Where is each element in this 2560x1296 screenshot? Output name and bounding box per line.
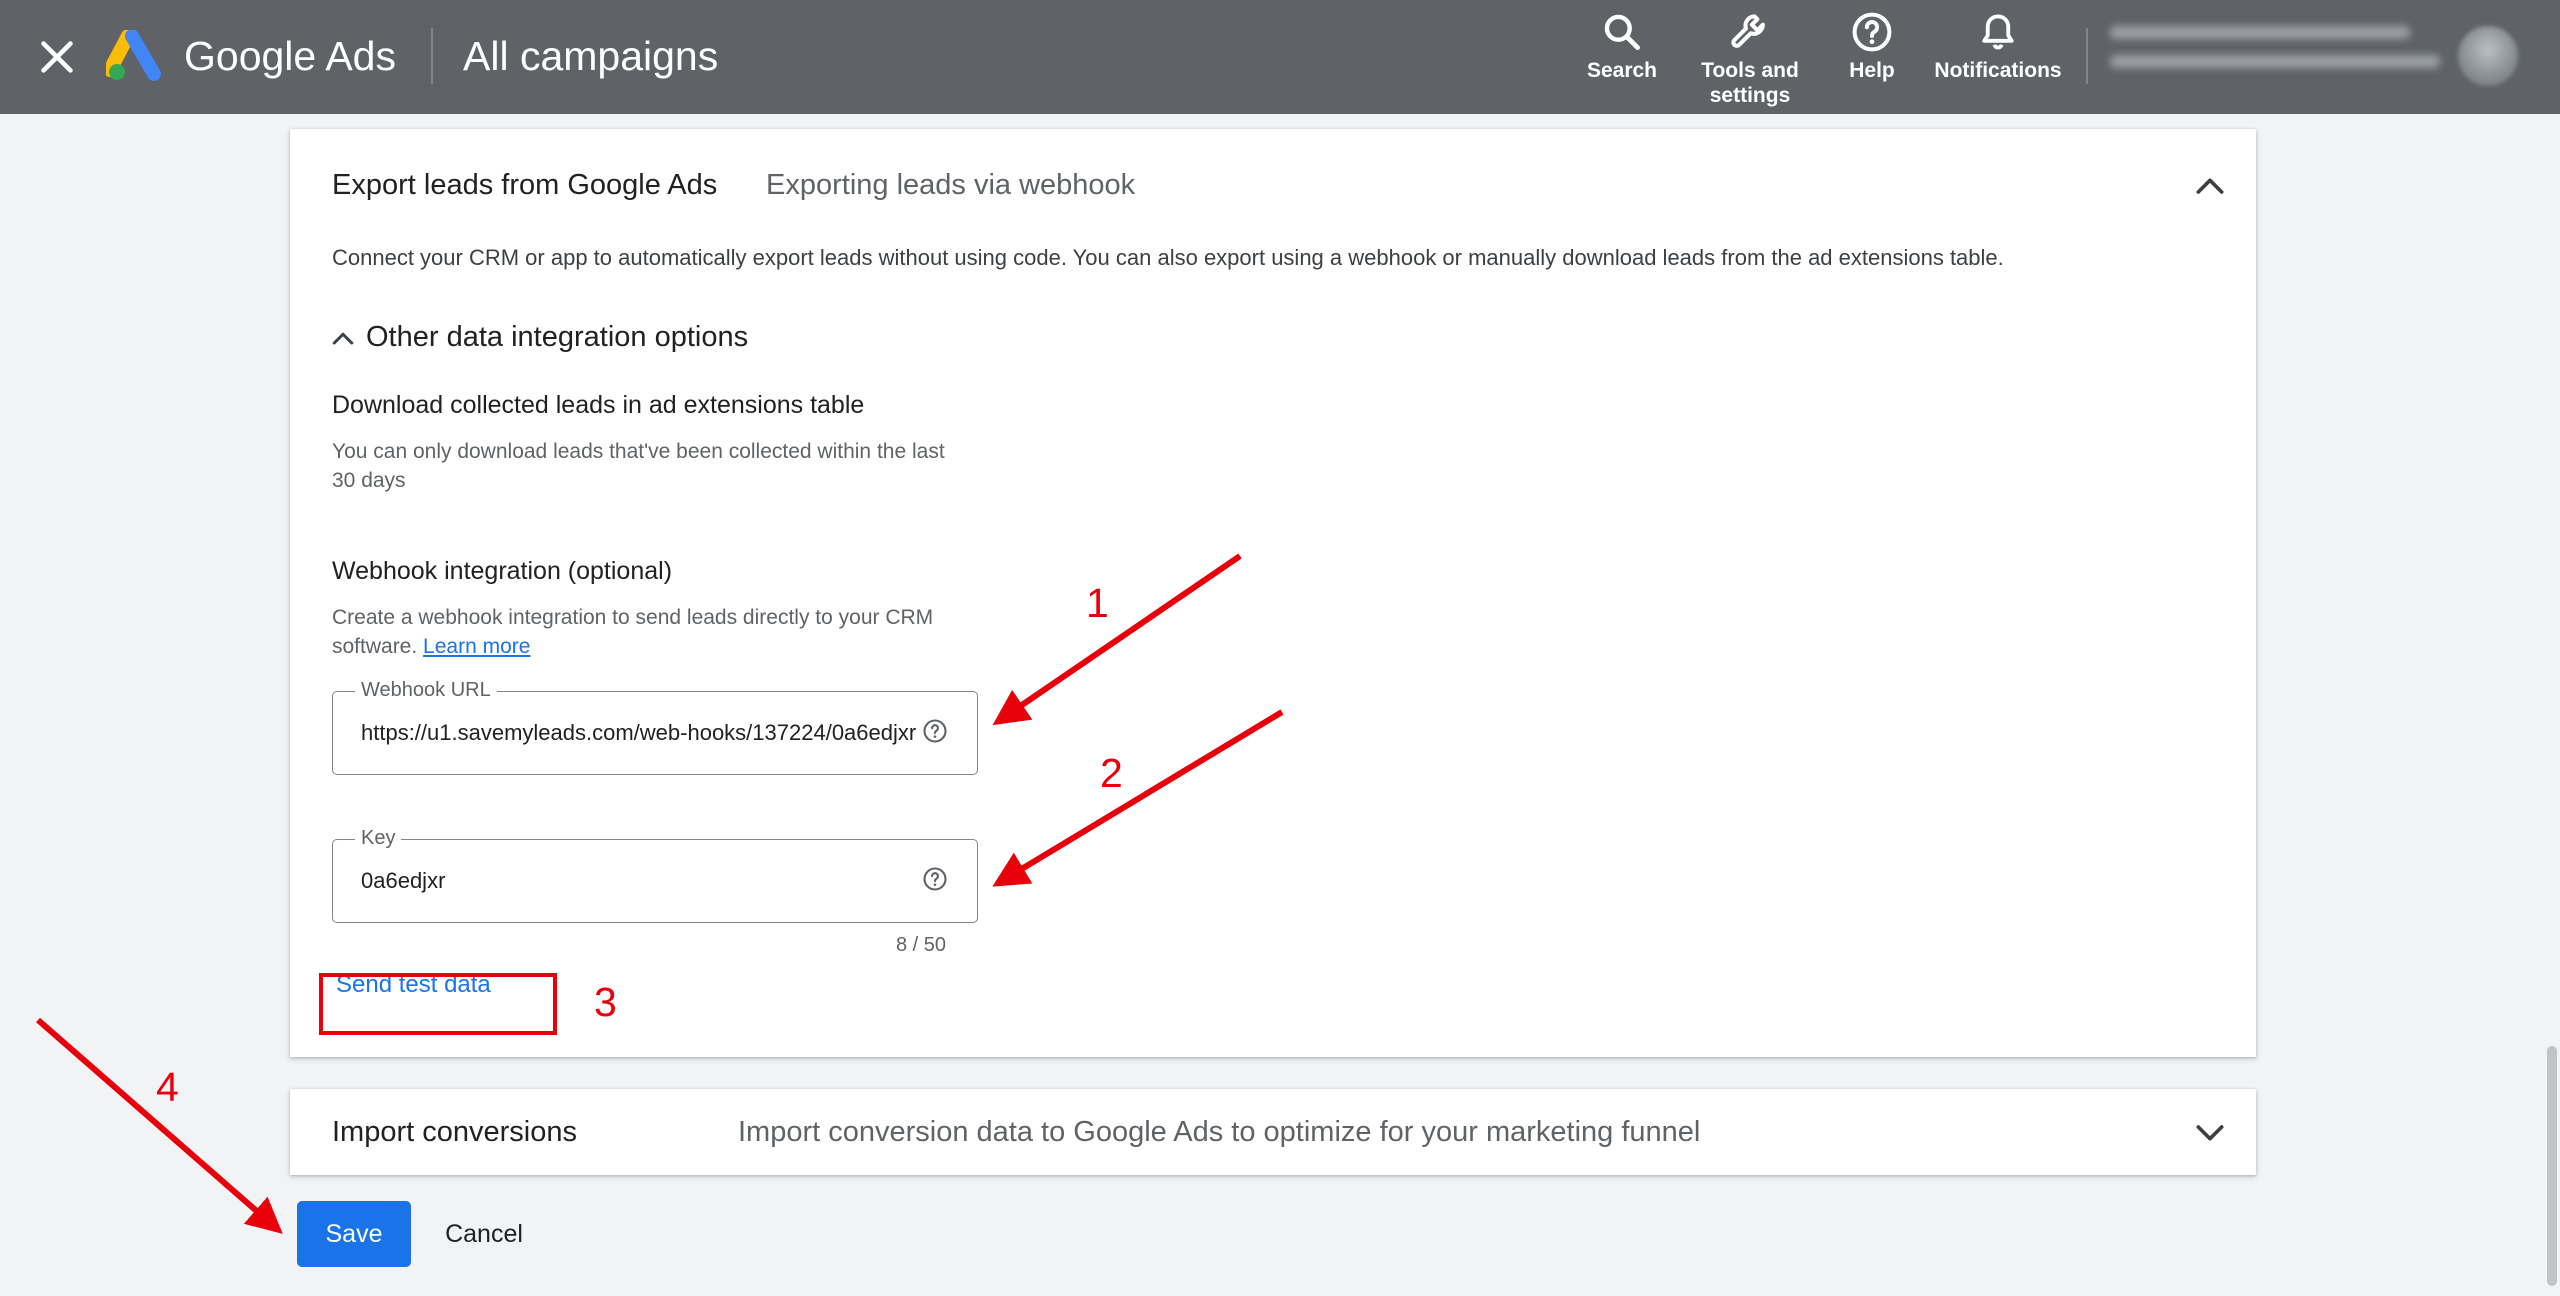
search-label: Search bbox=[1586, 59, 1658, 82]
help-button[interactable]: Help bbox=[1834, 10, 1910, 83]
learn-more-link[interactable]: Learn more bbox=[423, 635, 530, 658]
tools-settings-label: Tools and settings bbox=[1701, 59, 1799, 107]
import-card-subtitle: Import conversion data to Google Ads to … bbox=[738, 1116, 1701, 1148]
help-icon bbox=[1852, 12, 1892, 52]
brand-name: Google Ads bbox=[184, 33, 396, 79]
notifications-label: Notifications bbox=[1934, 59, 2062, 82]
annotation-number-3: 3 bbox=[594, 979, 617, 1025]
key-field[interactable]: Key bbox=[332, 824, 978, 923]
download-text: You can only download leads that've been… bbox=[332, 440, 945, 492]
export-card-subtitle: Exporting leads via webhook bbox=[766, 169, 1136, 201]
annotation-number-4: 4 bbox=[156, 1064, 179, 1110]
wrench-icon bbox=[1731, 14, 1765, 48]
header-divider-right bbox=[2086, 28, 2088, 84]
account-info-redacted[interactable] bbox=[2110, 26, 2440, 86]
import-conversions-card[interactable]: Import conversions Import conversion dat… bbox=[290, 1089, 2256, 1175]
search-icon bbox=[1604, 14, 1640, 50]
google-ads-logo-icon bbox=[106, 30, 161, 81]
page-title: All campaigns bbox=[463, 33, 719, 79]
export-leads-card: Export leads from Google Ads Exporting l… bbox=[290, 129, 2256, 1057]
tools-settings-button[interactable]: Tools and settings bbox=[1694, 10, 1806, 108]
chevron-up-icon[interactable] bbox=[2190, 167, 2230, 207]
notifications-button[interactable]: Notifications bbox=[1928, 10, 2068, 83]
annotation-number-1: 1 bbox=[1086, 580, 1109, 626]
export-card-title: Export leads from Google Ads bbox=[332, 169, 718, 201]
avatar[interactable] bbox=[2458, 26, 2518, 86]
search-button[interactable]: Search bbox=[1582, 10, 1662, 83]
help-icon[interactable] bbox=[921, 717, 949, 745]
other-options-label: Other data integration options bbox=[366, 321, 749, 353]
import-card-title: Import conversions bbox=[332, 1116, 577, 1148]
key-char-counter: 8 / 50 bbox=[896, 934, 947, 956]
key-label: Key bbox=[355, 824, 402, 852]
export-description: Connect your CRM or app to automatically… bbox=[332, 245, 2004, 270]
close-icon[interactable] bbox=[34, 34, 80, 80]
scrollbar-thumb[interactable] bbox=[2547, 1046, 2557, 1286]
header-divider bbox=[431, 28, 433, 84]
annotation-number-2: 2 bbox=[1100, 750, 1123, 796]
help-icon[interactable] bbox=[921, 865, 949, 893]
webhook-url-label: Webhook URL bbox=[355, 676, 497, 704]
webhook-url-input[interactable] bbox=[361, 716, 921, 750]
cancel-button[interactable]: Cancel bbox=[430, 1201, 538, 1267]
key-input[interactable] bbox=[361, 864, 921, 898]
annotation-arrow-4 bbox=[36, 1017, 283, 1234]
save-button[interactable]: Save bbox=[297, 1201, 411, 1267]
webhook-text: Create a webhook integration to send lea… bbox=[332, 603, 972, 661]
help-label: Help bbox=[1849, 59, 1895, 82]
annotation-highlight-box bbox=[319, 973, 557, 1035]
webhook-url-field[interactable]: Webhook URL bbox=[332, 676, 978, 775]
chevron-up-icon bbox=[332, 332, 354, 345]
webhook-heading: Webhook integration (optional) bbox=[332, 557, 673, 585]
download-heading: Download collected leads in ad extension… bbox=[332, 391, 865, 419]
chevron-down-icon[interactable] bbox=[2190, 1112, 2230, 1152]
top-app-bar: Google Ads All campaigns Search Tools an… bbox=[0, 0, 2560, 114]
bell-icon bbox=[1982, 14, 2014, 50]
